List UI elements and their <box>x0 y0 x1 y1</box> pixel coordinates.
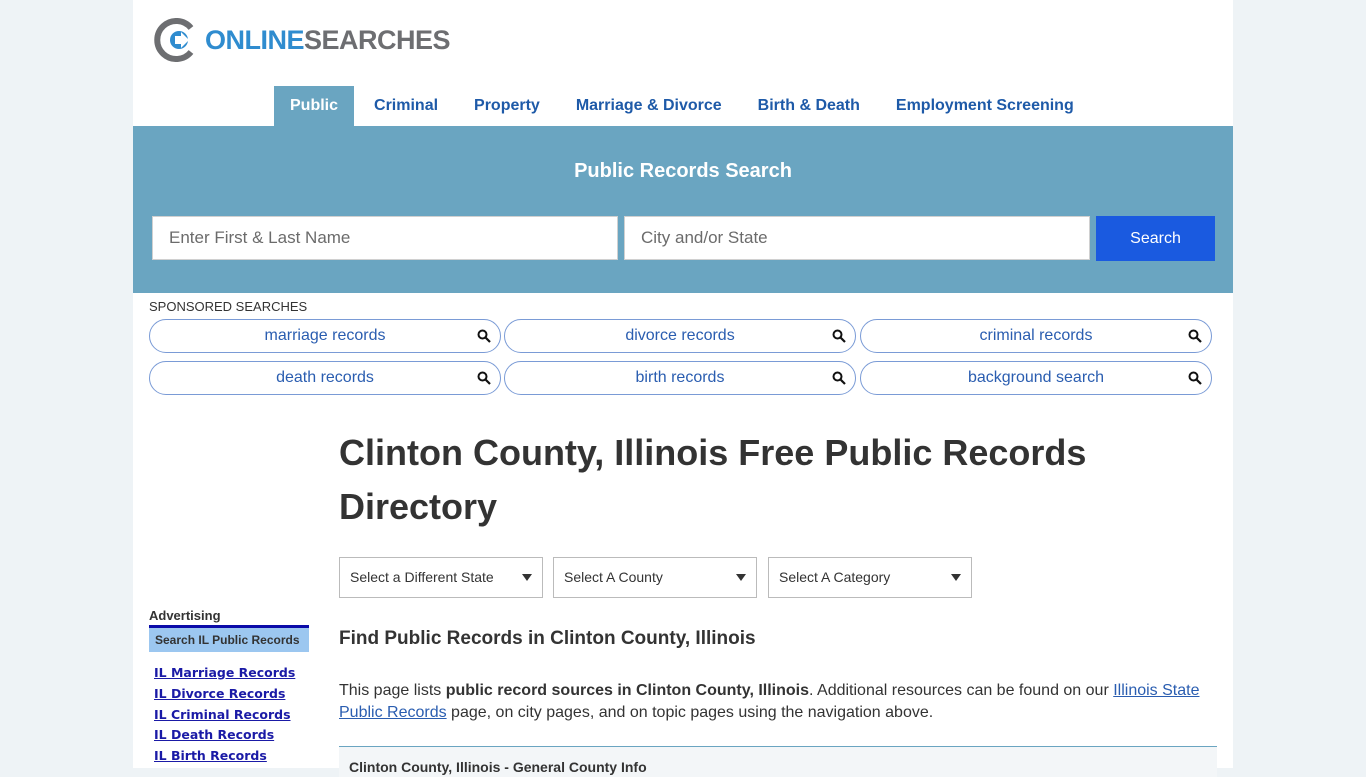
sidebar-link-criminal[interactable]: IL Criminal Records <box>154 705 295 726</box>
state-select[interactable]: Select a Different State <box>339 557 543 598</box>
para-bold-text: public record sources in Clinton County,… <box>445 682 810 699</box>
county-select-value: Select A County <box>564 569 663 585</box>
magnifier-icon <box>832 329 846 343</box>
chevron-down-icon <box>951 574 961 581</box>
chevron-down-icon <box>522 574 532 581</box>
sidebar-box-header: Search IL Public Records <box>149 625 309 652</box>
category-select-value: Select A Category <box>779 569 891 585</box>
magnifier-icon <box>477 371 491 385</box>
sponsored-pill[interactable]: background search <box>860 361 1212 395</box>
sponsored-pill[interactable]: birth records <box>504 361 856 395</box>
pill-label: divorce records <box>625 327 735 344</box>
info-box-title: Clinton County, Illinois - General Count… <box>349 759 647 775</box>
sidebar-link-divorce[interactable]: IL Divorce Records <box>154 684 295 705</box>
general-county-info-box: Clinton County, Illinois - General Count… <box>339 746 1217 777</box>
sponsored-pill[interactable]: marriage records <box>149 319 501 353</box>
sidebar-link-birth[interactable]: IL Birth Records <box>154 746 295 767</box>
sponsored-pill[interactable]: criminal records <box>860 319 1212 353</box>
para-text: page, on city pages, and on topic pages … <box>446 704 934 721</box>
pill-label: death records <box>276 369 374 386</box>
magnifier-icon <box>477 329 491 343</box>
logo-icon <box>154 18 194 62</box>
nav-birth-death[interactable]: Birth & Death <box>742 86 876 126</box>
state-select-value: Select a Different State <box>350 569 494 585</box>
search-hero: Public Records Search Search <box>133 126 1233 293</box>
county-select[interactable]: Select A County <box>553 557 757 598</box>
sidebar-box-title: Search IL Public Records <box>155 633 300 647</box>
intro-paragraph: This page lists public record sources in… <box>339 680 1217 724</box>
hero-title: Public Records Search <box>574 160 792 182</box>
site-logo[interactable]: ONLINESEARCHES <box>153 18 451 62</box>
sponsored-pill[interactable]: death records <box>149 361 501 395</box>
city-state-input[interactable] <box>624 216 1090 260</box>
para-text: This page lists <box>339 682 446 699</box>
page-container: ONLINESEARCHES Public Criminal Property … <box>133 0 1233 777</box>
advertising-label: Advertising <box>149 608 221 623</box>
sponsored-searches-label: SPONSORED SEARCHES <box>149 299 308 314</box>
pill-label: birth records <box>635 369 725 386</box>
sidebar-link-marriage[interactable]: IL Marriage Records <box>154 663 295 684</box>
sidebar-links: IL Marriage Records IL Divorce Records I… <box>154 663 295 767</box>
pill-label: marriage records <box>264 327 386 344</box>
search-button[interactable]: Search <box>1096 216 1215 261</box>
logo-text-online: ONLINE <box>205 24 305 55</box>
pill-label: background search <box>967 369 1105 386</box>
logo-text-searches: SEARCHES <box>304 24 451 55</box>
para-text: . Additional resources can be found on o… <box>809 682 1114 699</box>
sponsored-pill[interactable]: divorce records <box>504 319 856 353</box>
magnifier-icon <box>832 371 846 385</box>
magnifier-icon <box>1188 371 1202 385</box>
chevron-down-icon <box>736 574 746 581</box>
nav-employment-screening[interactable]: Employment Screening <box>880 86 1090 126</box>
nav-criminal[interactable]: Criminal <box>358 86 454 126</box>
magnifier-icon <box>1188 329 1202 343</box>
nav-public[interactable]: Public <box>274 86 355 126</box>
page-title: Clinton County, Illinois Free Public Rec… <box>339 432 1087 527</box>
main-nav: Public Criminal Property Marriage & Divo… <box>274 86 1094 126</box>
section-heading: Find Public Records in Clinton County, I… <box>339 628 756 649</box>
nav-marriage-divorce[interactable]: Marriage & Divorce <box>560 86 738 126</box>
category-select[interactable]: Select A Category <box>768 557 972 598</box>
pill-label: criminal records <box>979 327 1093 344</box>
sidebar-link-death[interactable]: IL Death Records <box>154 725 295 746</box>
nav-property[interactable]: Property <box>458 86 556 126</box>
name-input[interactable] <box>152 216 618 260</box>
